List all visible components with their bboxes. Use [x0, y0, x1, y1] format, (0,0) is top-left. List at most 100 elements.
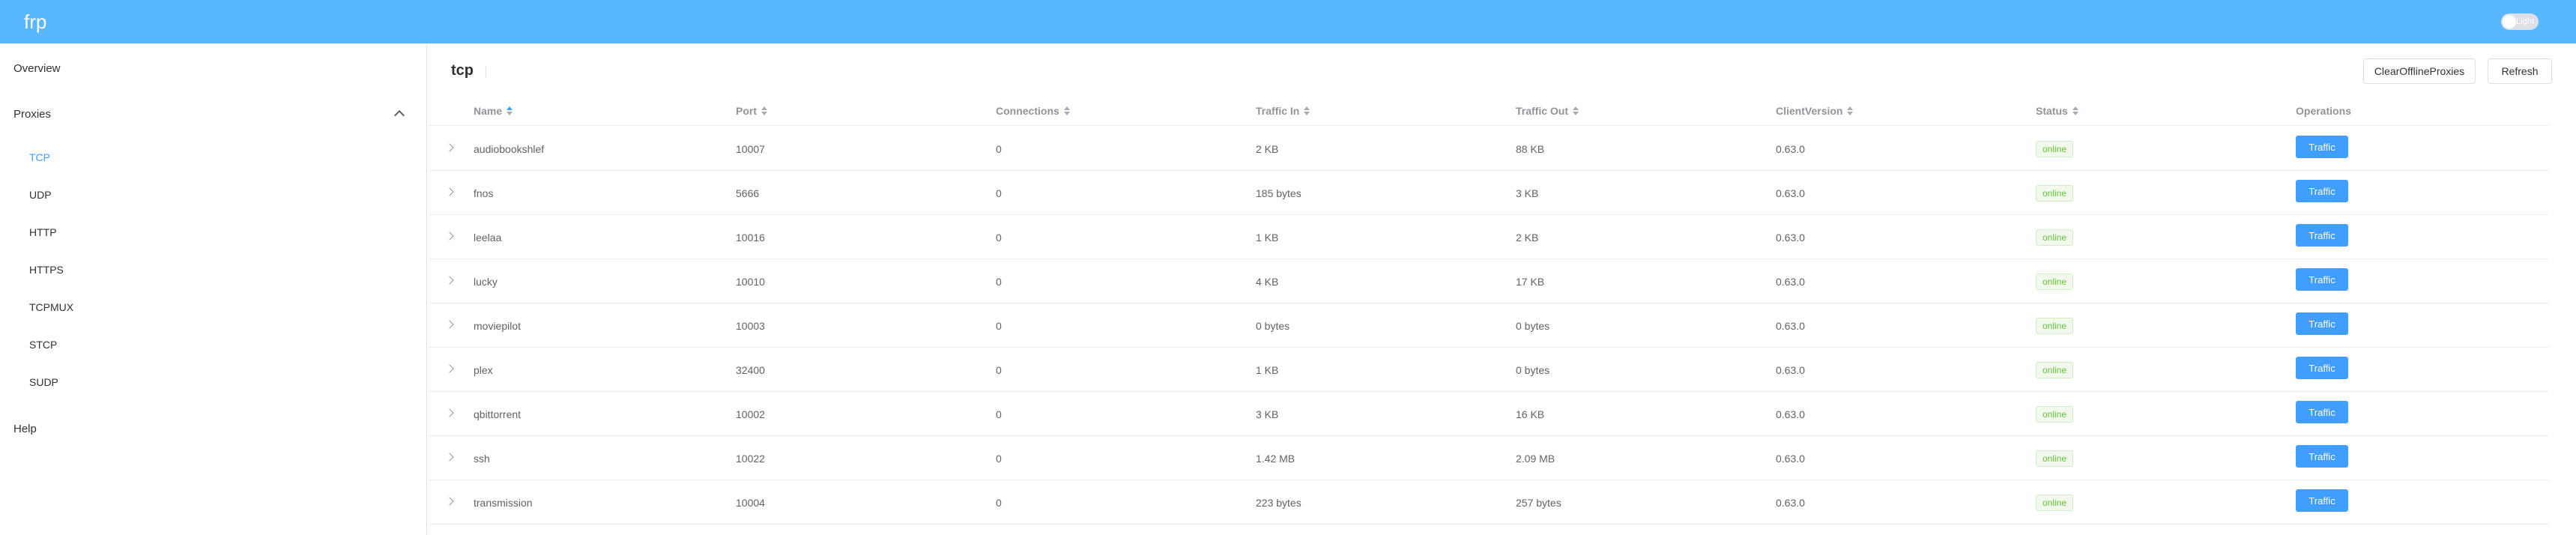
cell-connections: 0	[996, 452, 1002, 465]
expand-chevron-icon[interactable]	[445, 187, 454, 196]
cell-traffic-out: 0 bytes	[1516, 363, 1550, 376]
expand-chevron-icon[interactable]	[445, 276, 454, 285]
sort-icon[interactable]	[761, 106, 767, 115]
cell-connections: 0	[996, 275, 1002, 288]
column-header-label: Port	[736, 105, 757, 117]
sidebar-item-proxies[interactable]: Proxies	[13, 108, 51, 121]
cell-client-version: 0.63.0	[1776, 363, 1805, 376]
cell-port: 10022	[736, 452, 765, 465]
traffic-button[interactable]: Traffic	[2296, 268, 2348, 291]
sidebar-item-sudp[interactable]: SUDP	[29, 376, 58, 388]
table-row: plex 32400 0 1 KB 0 bytes 0.63.0 online Traffic	[429, 348, 2549, 392]
expand-chevron-icon[interactable]	[445, 232, 454, 241]
cell-client-version: 0.63.0	[1776, 496, 1805, 509]
brand-title[interactable]: frp	[24, 10, 46, 34]
cell-traffic-in: 1 KB	[1256, 363, 1279, 376]
sidebar-item-help[interactable]: Help	[13, 423, 37, 435]
sidebar: Overview Proxies TCP UDP HTTP HTTPS TCPM…	[0, 43, 427, 535]
sidebar-item-tcp[interactable]: TCP	[29, 151, 50, 163]
toggle-knob-icon	[2503, 15, 2516, 28]
traffic-button[interactable]: Traffic	[2296, 401, 2348, 423]
sidebar-item-https[interactable]: HTTPS	[29, 264, 64, 276]
sort-icon[interactable]	[2072, 106, 2078, 115]
cell-traffic-in: 223 bytes	[1256, 496, 1301, 509]
cell-name: moviepilot	[474, 319, 521, 332]
cell-name: audiobookshlef	[474, 142, 545, 155]
cell-traffic-out: 16 KB	[1516, 408, 1545, 420]
column-header-port[interactable]: Port	[736, 96, 767, 126]
status-badge: online	[2036, 184, 2074, 202]
cell-status: online	[2036, 127, 2074, 171]
traffic-button[interactable]: Traffic	[2296, 136, 2348, 158]
column-header-traffic-out[interactable]: Traffic Out	[1516, 96, 1579, 126]
cell-traffic-in: 1.42 MB	[1256, 452, 1295, 465]
status-badge: online	[2036, 229, 2074, 246]
table-row: fnos 5666 0 185 bytes 3 KB 0.63.0 online Traffi…	[429, 171, 2549, 215]
cell-status: online	[2036, 392, 2074, 436]
traffic-button[interactable]: Traffic	[2296, 357, 2348, 379]
status-badge: online	[2036, 140, 2074, 157]
cell-connections: 0	[996, 408, 1002, 420]
chevron-up-icon[interactable]	[393, 109, 405, 121]
column-header-label: Traffic In	[1256, 105, 1300, 117]
traffic-button[interactable]: Traffic	[2296, 489, 2348, 512]
cell-client-version: 0.63.0	[1776, 275, 1805, 288]
expand-chevron-icon[interactable]	[445, 453, 454, 462]
cell-traffic-in: 1 KB	[1256, 231, 1279, 244]
cell-traffic-out: 257 bytes	[1516, 496, 1561, 509]
sort-icon[interactable]	[1573, 106, 1579, 115]
traffic-button[interactable]: Traffic	[2296, 445, 2348, 468]
column-header-name[interactable]: Name	[474, 96, 513, 126]
table-row: qbittorrent 10002 0 3 KB 16 KB 0.63.0 online Tr…	[429, 392, 2549, 436]
sort-icon[interactable]	[1847, 106, 1854, 115]
sort-icon[interactable]	[507, 106, 513, 115]
cell-status: online	[2036, 215, 2074, 259]
column-header-label: Name	[474, 105, 503, 117]
theme-toggle[interactable]: Light	[2501, 13, 2539, 30]
expand-chevron-icon[interactable]	[445, 364, 454, 373]
expand-chevron-icon[interactable]	[445, 497, 454, 506]
cell-status: online	[2036, 259, 2074, 303]
sidebar-item-tcpmux[interactable]: TCPMUX	[29, 301, 73, 313]
table-row: leelaa 10016 0 1 KB 2 KB 0.63.0 online Traffic	[429, 215, 2549, 259]
column-header-operations: Operations	[2296, 96, 2351, 126]
cell-connections: 0	[996, 142, 1002, 155]
sidebar-item-http[interactable]: HTTP	[29, 226, 57, 238]
status-badge: online	[2036, 405, 2074, 423]
column-header-status[interactable]: Status	[2036, 96, 2078, 126]
app-header: frp Light	[0, 0, 2576, 43]
cell-name: lucky	[474, 275, 498, 288]
cell-client-version: 0.63.0	[1776, 319, 1805, 332]
column-header-client-version[interactable]: ClientVersion	[1776, 96, 1854, 126]
cell-traffic-out: 88 KB	[1516, 142, 1545, 155]
cell-traffic-in: 0 bytes	[1256, 319, 1290, 332]
cell-traffic-in: 2 KB	[1256, 142, 1279, 155]
sort-icon[interactable]	[1304, 106, 1310, 115]
traffic-button[interactable]: Traffic	[2296, 224, 2348, 247]
column-header-traffic-in[interactable]: Traffic In	[1256, 96, 1310, 126]
sidebar-item-udp[interactable]: UDP	[29, 189, 52, 201]
clear-offline-proxies-button[interactable]: ClearOfflineProxies	[2363, 58, 2476, 84]
cell-traffic-in: 4 KB	[1256, 275, 1279, 288]
status-badge: online	[2036, 494, 2074, 511]
status-badge: online	[2036, 361, 2074, 378]
status-badge: online	[2036, 317, 2074, 334]
refresh-button[interactable]: Refresh	[2488, 58, 2552, 84]
cell-port: 10010	[736, 275, 765, 288]
page-title: tcp	[451, 62, 474, 79]
traffic-button[interactable]: Traffic	[2296, 312, 2348, 335]
sidebar-item-stcp[interactable]: STCP	[29, 339, 57, 351]
cell-name: fnos	[474, 187, 494, 199]
sidebar-item-overview[interactable]: Overview	[13, 62, 61, 75]
cell-status: online	[2036, 348, 2074, 392]
cell-status: online	[2036, 480, 2074, 525]
expand-chevron-icon[interactable]	[445, 143, 454, 152]
table-row: lucky 10010 0 4 KB 17 KB 0.63.0 online Traffic	[429, 259, 2549, 303]
sort-icon[interactable]	[1063, 106, 1070, 115]
column-header-connections[interactable]: Connections	[996, 96, 1070, 126]
traffic-button[interactable]: Traffic	[2296, 180, 2348, 202]
status-badge: online	[2036, 450, 2074, 467]
expand-chevron-icon[interactable]	[445, 320, 454, 329]
table-row: ssh 10022 0 1.42 MB 2.09 MB 0.63.0 online Traff…	[429, 436, 2549, 480]
expand-chevron-icon[interactable]	[445, 408, 454, 417]
